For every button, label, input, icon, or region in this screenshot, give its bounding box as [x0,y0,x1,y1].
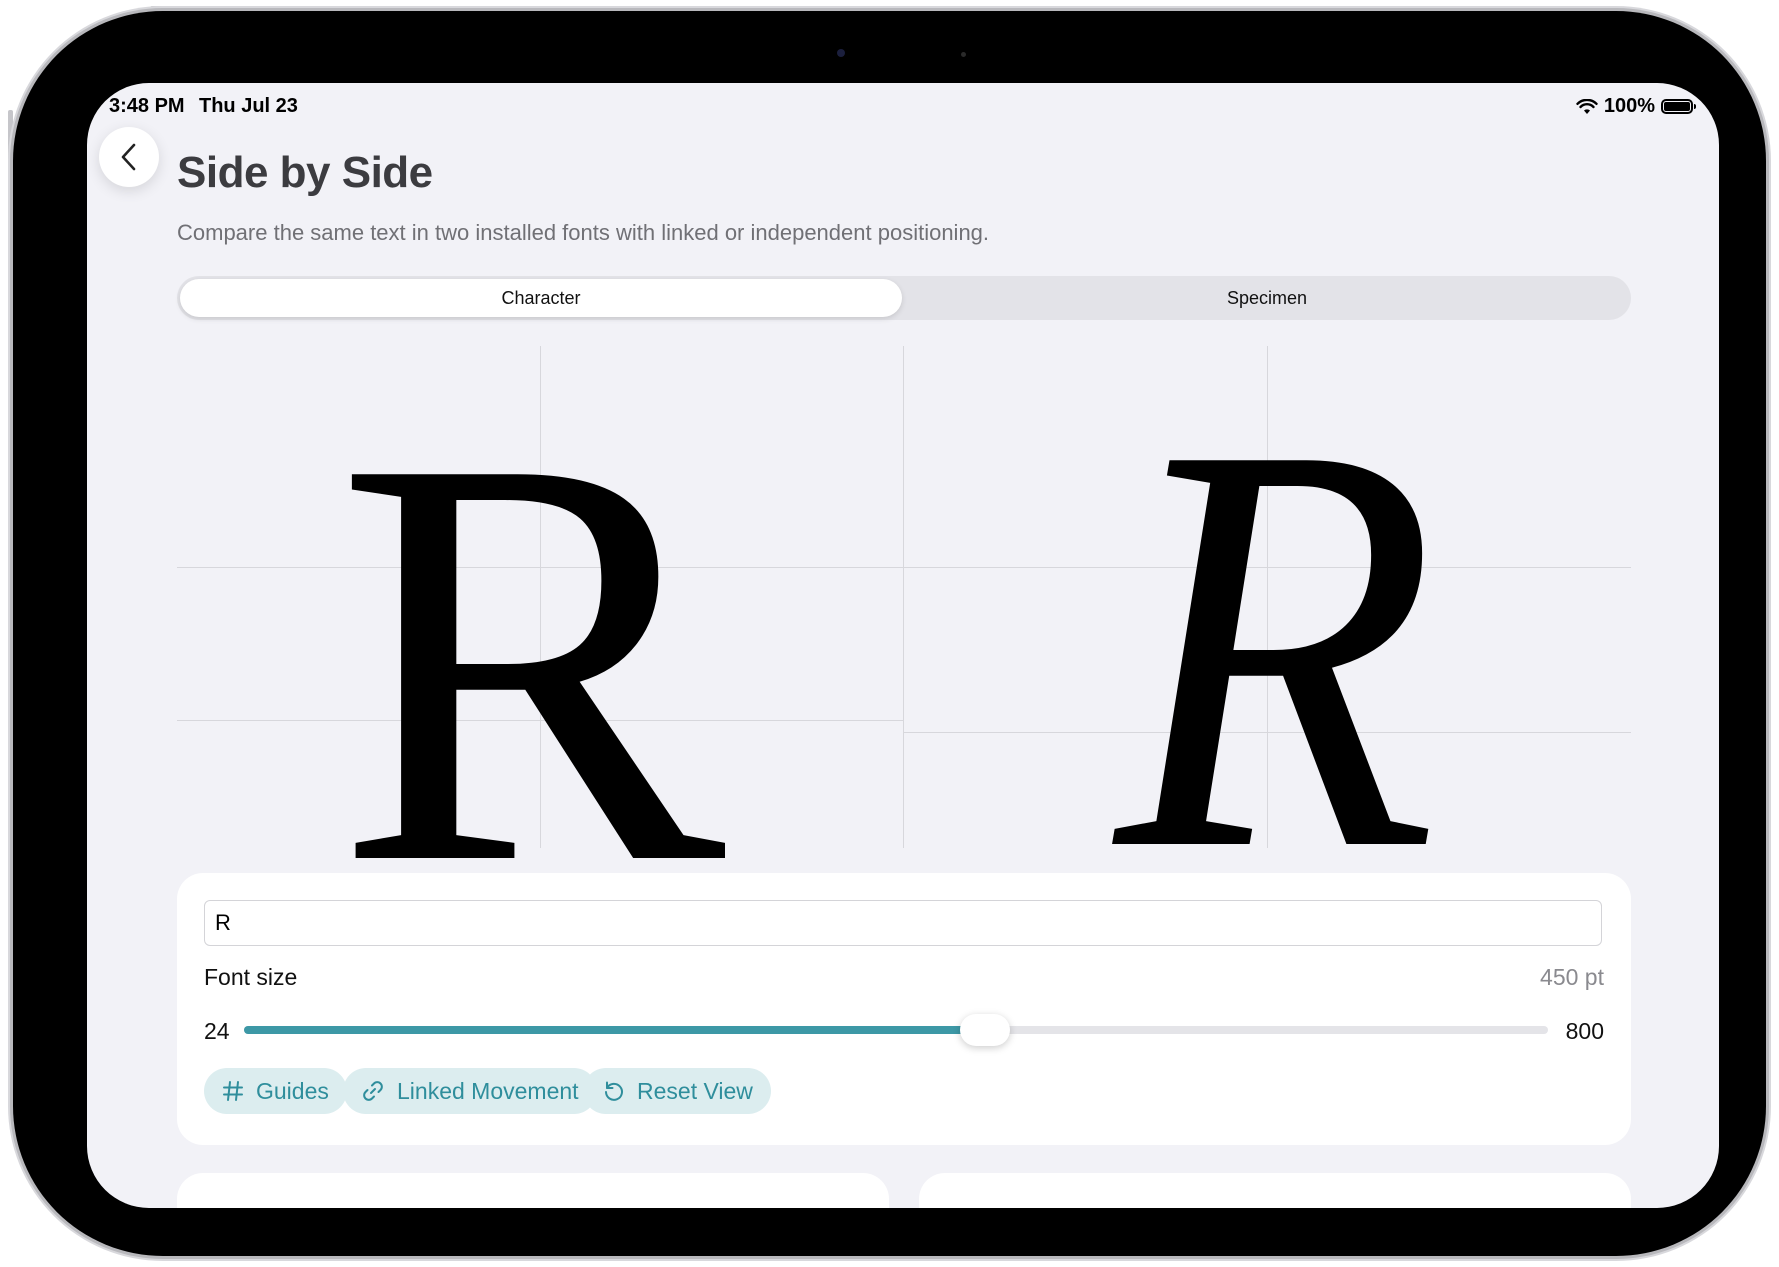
primary-font-card[interactable] [177,1173,889,1208]
page-title: Side by Side [177,148,433,197]
chevron-left-icon [121,143,136,171]
pane-divider [903,346,904,848]
guides-label: Guides [256,1077,329,1104]
slider-min-label: 24 [204,1018,230,1044]
linked-movement-label: Linked Movement [397,1077,579,1104]
linked-movement-button[interactable]: Linked Movement [343,1068,597,1114]
status-date: Thu Jul 23 [199,95,298,117]
ipad-frame: 3:48 PM Thu Jul 23 100% Side by Side Com… [13,11,1766,1256]
tab-specimen[interactable]: Specimen [906,279,1628,317]
slider-max-label: 800 [1565,1018,1604,1044]
status-right: 100% [1576,95,1696,118]
hash-icon [223,1081,243,1101]
secondary-font-card[interactable] [919,1173,1631,1208]
preview-canvas[interactable]: R R [177,346,1631,954]
link-icon [363,1081,383,1101]
status-bar: 3:48 PM Thu Jul 23 100% [109,93,1696,119]
reset-icon [605,1081,623,1101]
preview-text-input[interactable] [204,900,1602,946]
slider-thumb[interactable] [959,1014,1010,1046]
battery-percent: 100% [1603,95,1655,117]
sensor [961,52,966,57]
tab-character[interactable]: Character [180,279,902,317]
right-font-glyph[interactable]: R [1115,354,1437,940]
back-button[interactable] [99,127,159,187]
reset-view-button[interactable]: Reset View [583,1068,771,1114]
controls-card: Font size 450 pt 24 800 Guides Lin [177,873,1631,1145]
status-time: 3:48 PM [109,95,185,117]
left-font-glyph[interactable]: R [335,368,726,954]
screen: 3:48 PM Thu Jul 23 100% Side by Side Com… [87,83,1719,1208]
font-size-slider[interactable] [244,1026,1548,1034]
front-camera [837,49,845,57]
battery-icon [1661,99,1696,114]
font-size-value: 450 pt [1540,964,1604,990]
guides-button[interactable]: Guides [204,1068,347,1114]
reset-view-label: Reset View [637,1077,753,1104]
slider-fill [244,1026,985,1034]
page-subtitle: Compare the same text in two installed f… [177,220,990,245]
mode-segmented-control: Character Specimen [177,276,1631,320]
wifi-icon [1576,98,1598,114]
font-size-label: Font size [204,964,298,990]
